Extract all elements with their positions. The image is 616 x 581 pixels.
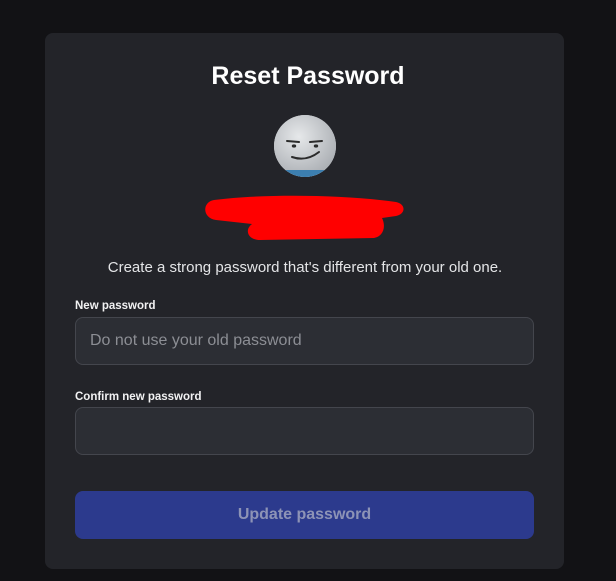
confirm-password-input[interactable] bbox=[75, 407, 534, 455]
update-password-button[interactable]: Update password bbox=[75, 491, 534, 539]
new-password-input[interactable] bbox=[75, 317, 534, 365]
avatar-face-icon bbox=[274, 115, 336, 177]
new-password-label: New password bbox=[75, 300, 156, 312]
password-instructions: Create a strong password that's differen… bbox=[107, 259, 503, 276]
page-title: Reset Password bbox=[211, 62, 405, 90]
confirm-password-label: Confirm new password bbox=[75, 391, 202, 403]
avatar bbox=[274, 115, 336, 177]
username-redaction bbox=[205, 195, 404, 240]
